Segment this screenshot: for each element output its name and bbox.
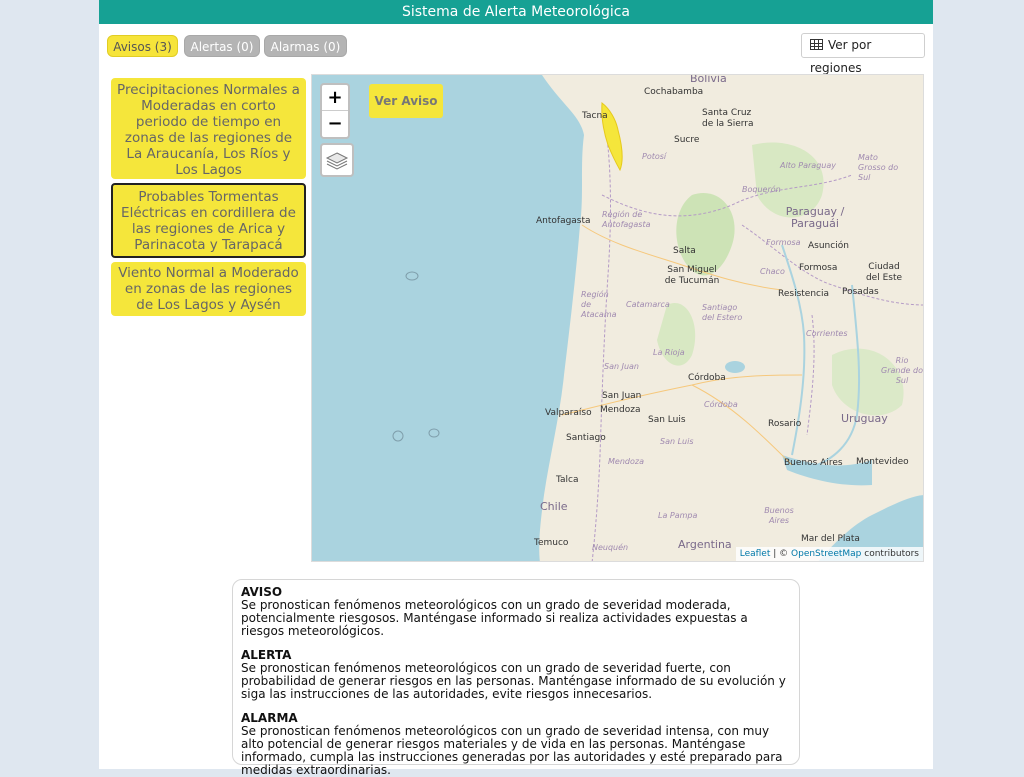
map-label-chaco: Chaco xyxy=(760,267,785,276)
alert-card-tormentas[interactable]: Probables Tormentas Eléctricas en cordil… xyxy=(111,183,306,258)
map-label-cochabamba: Cochabamba xyxy=(644,87,704,97)
map-attribution: Leaflet | © OpenStreetMap contributors xyxy=(735,547,923,561)
map-label-san-miguel-tucuman: San Miguel de Tucumán xyxy=(664,265,720,286)
alert-card-precipitaciones[interactable]: Precipitaciones Normales a Moderadas en … xyxy=(111,78,306,179)
map-label-rosario: Rosario xyxy=(768,419,802,429)
map-label-potosi: Potosí xyxy=(642,152,667,161)
map-label-boqueron: Boquerón xyxy=(742,185,781,194)
map-label-region-atacama: Región de Atacama xyxy=(581,290,617,319)
zoom-in-button[interactable]: + xyxy=(322,85,348,111)
attribution-contributors: contributors xyxy=(861,549,919,559)
map-label-cordoba: Córdoba xyxy=(688,373,726,383)
map-label-posadas: Posadas xyxy=(842,287,879,297)
map-label-montevideo: Montevideo xyxy=(856,457,909,467)
map-label-san-luis: San Luis xyxy=(648,415,686,425)
layers-button[interactable] xyxy=(320,143,354,177)
page: Sistema de Alerta Meteorológica Avisos (… xyxy=(99,0,933,777)
ver-por-regiones-button[interactable]: Ver por regiones xyxy=(801,33,925,75)
ver-aviso-button[interactable]: Ver Aviso xyxy=(369,84,443,118)
map-label-bolivia: Bolivia xyxy=(690,74,727,85)
map-label-asuncion: Asunción xyxy=(808,241,849,251)
map-label-argentina: Argentina xyxy=(678,538,732,551)
map-label-uruguay: Uruguay xyxy=(841,412,888,425)
map-label-la-pampa: La Pampa xyxy=(658,511,698,520)
map-label-tacna: Tacna xyxy=(582,111,608,121)
map-label-temuco: Temuco xyxy=(534,538,569,548)
map-label-neuquen: Neuquén xyxy=(592,543,629,552)
leaflet-link[interactable]: Leaflet xyxy=(740,549,771,559)
map-label-alto-paraguay: Alto Paraguay xyxy=(780,161,836,170)
layers-icon xyxy=(325,152,349,170)
openstreetmap-link[interactable]: OpenStreetMap xyxy=(791,549,861,559)
map-label-formosa: Formosa xyxy=(799,263,838,273)
map-label-sucre: Sucre xyxy=(674,135,700,145)
map-label-corrientes: Corrientes xyxy=(806,329,848,338)
map-label-santiago: Santiago xyxy=(566,433,606,443)
road xyxy=(561,374,803,416)
map-label-talca: Talca xyxy=(556,475,579,485)
forest-area xyxy=(676,193,735,276)
map-label-buenos-aires-region: Buenos Aires xyxy=(764,506,794,525)
tab-alertas[interactable]: Alertas (0) xyxy=(184,35,260,57)
border-chile-argentina xyxy=(591,104,611,561)
zoom-control: + − xyxy=(320,83,350,139)
map-label-cordoba-region: Córdoba xyxy=(704,400,738,409)
map-label-mar-del-plata: Mar del Plata xyxy=(801,534,860,544)
attribution-separator: | © xyxy=(770,549,792,559)
table-grid-icon xyxy=(810,39,823,50)
map-label-buenos-aires: Buenos Aires xyxy=(784,458,843,468)
map-label-chile: Chile xyxy=(540,500,568,513)
weather-map[interactable]: Bolivia Cochabamba Santa Cruz de la Sier… xyxy=(311,74,924,562)
map-label-region-antofagasta: Región de Antofagasta xyxy=(602,210,651,229)
map-label-santiago-estero: Santiago del Estero xyxy=(702,303,743,322)
map-label-san-luis-region: San Luis xyxy=(660,437,694,446)
map-label-resistencia: Resistencia xyxy=(778,289,829,299)
map-label-rio-grande: Rio Grande do Sul xyxy=(881,356,923,385)
map-label-san-juan: San Juan xyxy=(602,391,642,401)
severity-legend: AVISO Se pronostican fenómenos meteoroló… xyxy=(232,579,800,777)
zoom-out-button[interactable]: − xyxy=(322,111,348,137)
tab-alarmas[interactable]: Alarmas (0) xyxy=(264,35,347,57)
map-label-mendoza: Mendoza xyxy=(600,405,641,415)
map-label-santa-cruz: Santa Cruz de la Sierra xyxy=(702,108,754,129)
map-label-catamarca: Catamarca xyxy=(626,300,670,309)
map-label-mato-grosso: Mato Grosso do Sul xyxy=(858,153,899,182)
legend-alerta-text: Se pronostican fenómenos meteorológicos … xyxy=(241,661,786,701)
lake xyxy=(725,361,745,373)
map-label-salta: Salta xyxy=(673,246,696,256)
map-label-la-rioja: La Rioja xyxy=(653,348,685,357)
map-label-ciudad-del-este: Ciudad del Este xyxy=(865,262,903,283)
map-label-formosa-region: Formosa xyxy=(766,238,801,247)
map-label-paraguay: Paraguay / Paraguái xyxy=(785,205,845,230)
map-label-san-juan-region: San Juan xyxy=(604,362,639,371)
page-title: Sistema de Alerta Meteorológica xyxy=(99,0,933,24)
alert-card-viento[interactable]: Viento Normal a Moderado en zonas de las… xyxy=(111,262,306,316)
map-label-mendoza-region: Mendoza xyxy=(608,457,644,466)
tab-avisos[interactable]: Avisos (3) xyxy=(107,35,178,57)
map-label-antofagasta: Antofagasta xyxy=(536,216,591,226)
map-label-valparaiso: Valparaíso xyxy=(545,408,592,418)
legend-aviso-text: Se pronostican fenómenos meteorológicos … xyxy=(241,598,748,638)
legend-alarma-text: Se pronostican fenómenos meteorológicos … xyxy=(241,724,783,777)
